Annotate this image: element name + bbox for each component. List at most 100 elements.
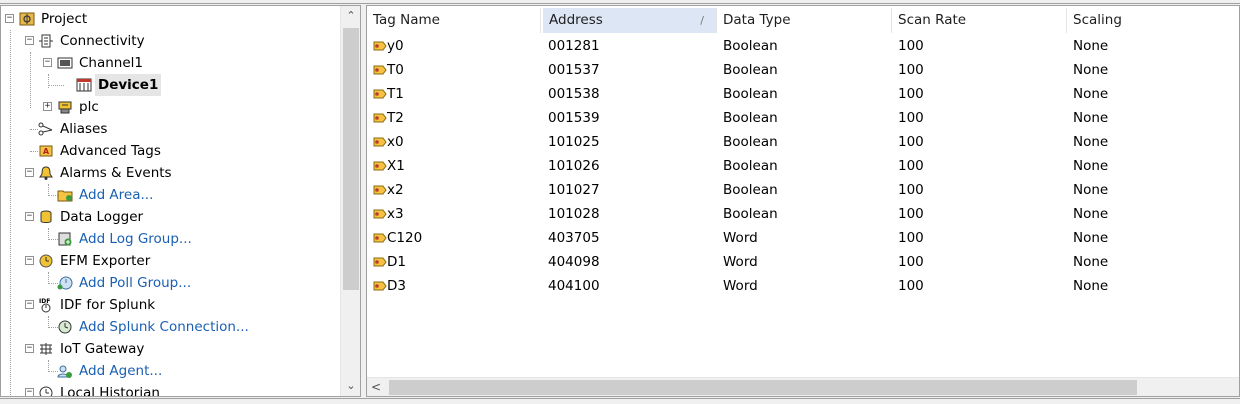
scroll-left-button[interactable]: < [371, 378, 381, 396]
cell-scan-rate: 100 [898, 206, 924, 222]
tag-icon [373, 65, 387, 75]
cell-scan-rate: 100 [898, 254, 924, 270]
cell-data-type: Boolean [723, 62, 778, 78]
add-splunk-connection-icon [58, 320, 72, 334]
cell-scaling: None [1073, 254, 1109, 270]
collapse-historian-button[interactable]: − [25, 388, 34, 396]
scroll-down-button[interactable]: ⌄ [341, 376, 360, 396]
cell-scaling: None [1073, 182, 1109, 198]
tree-label: EFM Exporter [60, 253, 151, 269]
column-header-data-type[interactable]: Data Type [717, 8, 892, 33]
column-header-address-label: Address [549, 12, 603, 28]
cell-scan-rate: 100 [898, 110, 924, 126]
tree-label: Channel1 [79, 55, 144, 71]
cell-address: 101026 [548, 158, 600, 174]
cell-tag-name: y0 [387, 38, 404, 54]
cell-scan-rate: 100 [898, 38, 924, 54]
collapse-project-button[interactable]: − [5, 14, 14, 23]
add-log-group-icon [58, 232, 72, 246]
add-poll-group-icon [57, 276, 73, 290]
cell-data-type: Boolean [723, 158, 778, 174]
tree-label: Connectivity [60, 33, 145, 49]
collapse-data-logger-button[interactable]: − [25, 212, 34, 221]
idf-splunk-icon: IDF [39, 298, 51, 313]
tag-row[interactable]: x3 101028 Boolean 100 None [367, 202, 1239, 226]
tag-row[interactable]: x0 101025 Boolean 100 None [367, 130, 1239, 154]
cell-data-type: Boolean [723, 38, 778, 54]
column-header-address[interactable]: Address / [543, 8, 717, 33]
cell-data-type: Word [723, 278, 758, 294]
tree-vertical-scrollbar[interactable]: ⌃ ⌄ [340, 6, 360, 396]
tree-label: plc [79, 99, 99, 115]
cell-tag-name: T2 [387, 110, 404, 126]
collapse-idf-button[interactable]: − [25, 300, 34, 309]
tag-row[interactable]: x2 101027 Boolean 100 None [367, 178, 1239, 202]
iot-gateway-icon [40, 343, 52, 355]
column-header-scaling[interactable]: Scaling [1067, 8, 1239, 33]
collapse-alarms-button[interactable]: − [25, 168, 34, 177]
cell-data-type: Word [723, 254, 758, 270]
project-icon [19, 12, 35, 26]
tag-row[interactable]: T1 001538 Boolean 100 None [367, 82, 1239, 106]
scroll-up-button[interactable]: ⌃ [341, 6, 360, 26]
cell-address: 101027 [548, 182, 600, 198]
column-header-tag-name[interactable]: Tag Name [367, 8, 541, 33]
cell-address: 403705 [548, 230, 600, 246]
cell-address: 001539 [548, 110, 600, 126]
collapse-channel1-button[interactable]: − [43, 58, 52, 67]
collapse-connectivity-button[interactable]: − [25, 36, 34, 45]
cell-address: 404098 [548, 254, 600, 270]
tag-list[interactable]: Tag Name Address / Data Type Scan Rate S… [366, 5, 1240, 397]
cell-data-type: Boolean [723, 182, 778, 198]
tag-icon [373, 137, 387, 147]
tag-row[interactable]: D3 404100 Word 100 None [367, 274, 1239, 298]
cell-tag-name: X1 [387, 158, 405, 174]
cell-address: 001538 [548, 86, 600, 102]
tag-row[interactable]: X1 101026 Boolean 100 None [367, 154, 1239, 178]
tag-icon [373, 41, 387, 51]
cell-address: 001537 [548, 62, 600, 78]
column-header-row: Tag Name Address / Data Type Scan Rate S… [367, 8, 1239, 33]
toolbar-strip [0, 0, 1240, 4]
cell-tag-name: D1 [387, 254, 406, 270]
tag-icon [373, 257, 387, 267]
cell-scan-rate: 100 [898, 134, 924, 150]
cell-tag-name: D3 [387, 278, 406, 294]
tree-link: Add Splunk Connection... [79, 319, 249, 335]
column-header-scan-rate[interactable]: Scan Rate [892, 8, 1067, 33]
tag-icon [373, 233, 387, 243]
tag-icon [373, 209, 387, 219]
project-tree[interactable]: − Project − Connectivity − Channel1 Devi… [0, 5, 361, 397]
cell-tag-name: x3 [387, 206, 404, 222]
scroll-thumb[interactable] [343, 28, 359, 290]
list-horizontal-scrollbar[interactable]: < [367, 377, 1239, 396]
cell-address: 001281 [548, 38, 600, 54]
cell-tag-name: T1 [387, 86, 404, 102]
expand-plc-button[interactable]: + [43, 102, 52, 111]
cell-scan-rate: 100 [898, 230, 924, 246]
tag-icon [373, 281, 387, 291]
tree-label: IDF for Splunk [60, 297, 156, 313]
collapse-iot-button[interactable]: − [25, 344, 34, 353]
cell-scaling: None [1073, 158, 1109, 174]
tree-label: IoT Gateway [60, 341, 145, 357]
tag-row[interactable]: T2 001539 Boolean 100 None [367, 106, 1239, 130]
cell-data-type: Boolean [723, 110, 778, 126]
tree-link: Add Poll Group... [79, 275, 192, 291]
collapse-efm-button[interactable]: − [25, 256, 34, 265]
tag-row[interactable]: T0 001537 Boolean 100 None [367, 58, 1239, 82]
horizontal-scroll-thumb[interactable] [389, 380, 1137, 395]
tree-link: Add Log Group... [79, 231, 192, 247]
add-area-icon [57, 190, 73, 202]
tag-icon [373, 185, 387, 195]
tag-icon [373, 89, 387, 99]
cell-address: 404100 [548, 278, 600, 294]
tag-row[interactable]: y0 001281 Boolean 100 None [367, 34, 1239, 58]
tree-label: Alarms & Events [60, 165, 172, 181]
tree-label: Local Historian [60, 385, 160, 397]
tree-label: Advanced Tags [60, 143, 161, 159]
tag-row[interactable]: C120 403705 Word 100 None [367, 226, 1239, 250]
tag-row[interactable]: D1 404098 Word 100 None [367, 250, 1239, 274]
svg-text:A: A [43, 147, 50, 156]
cell-scaling: None [1073, 62, 1109, 78]
